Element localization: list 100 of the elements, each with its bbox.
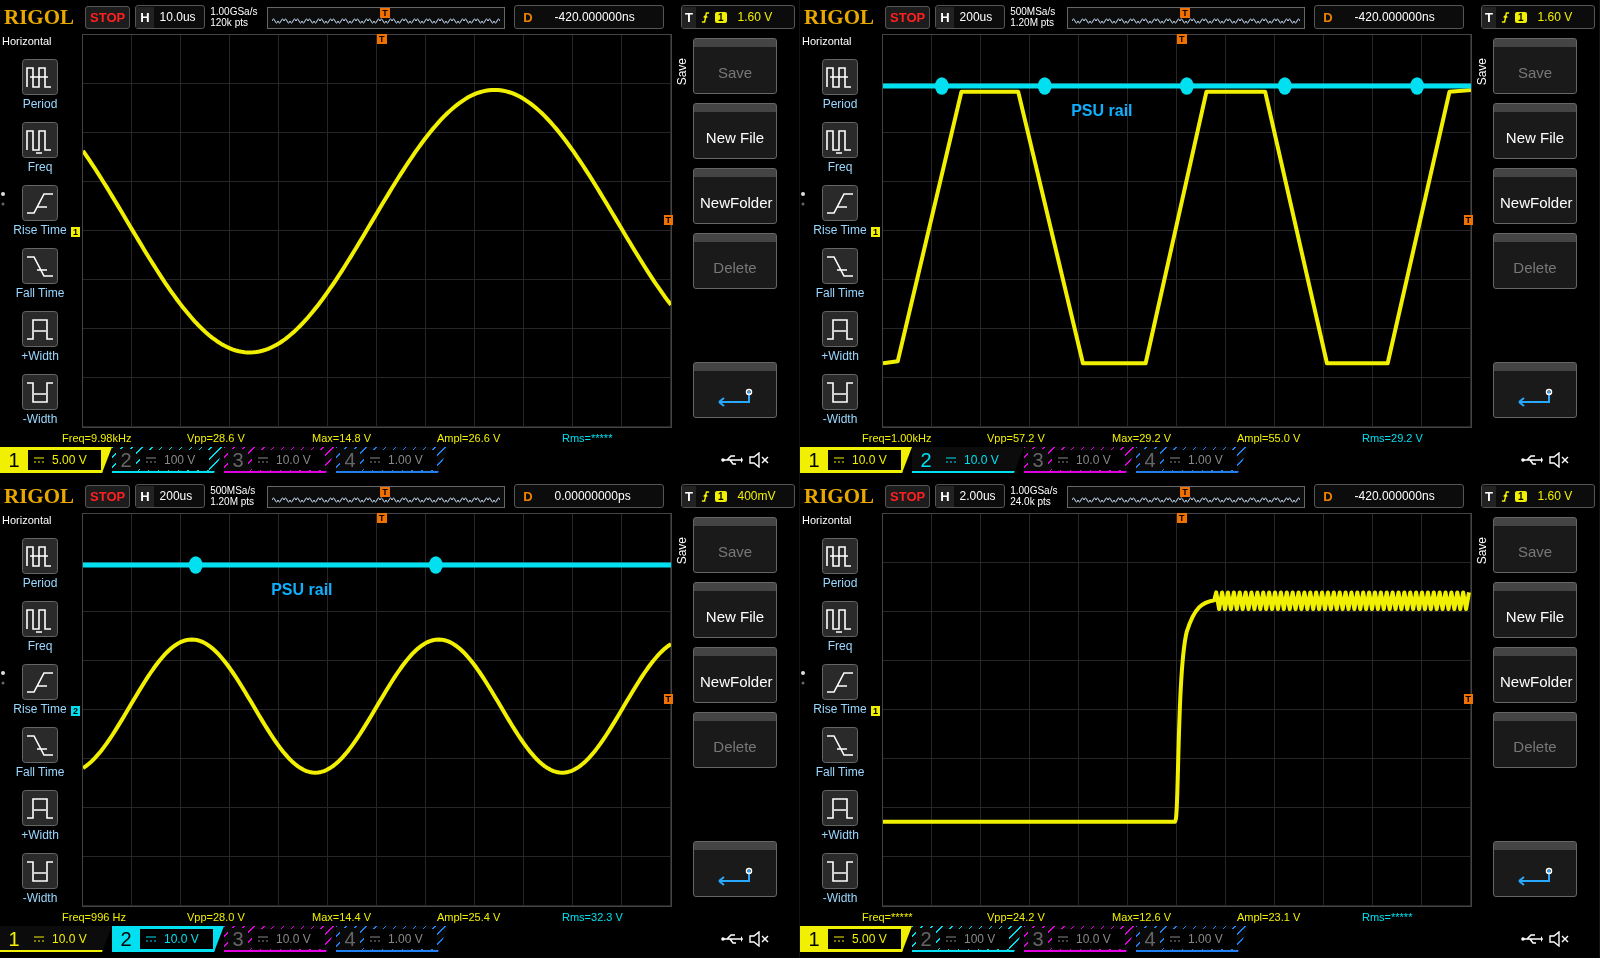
trigger-box[interactable]: T 1 1.60 V xyxy=(1481,484,1595,508)
run-status[interactable]: STOP xyxy=(885,484,931,508)
annotation-label: PSU rail xyxy=(271,580,333,599)
channel-tab[interactable]: 3 10.0 V xyxy=(1024,926,1136,952)
channel-tab[interactable]: 2 10.0 V xyxy=(112,926,224,952)
channel-tab[interactable]: 4 1.00 V xyxy=(1136,447,1248,473)
channel-tab[interactable]: 2 100 V xyxy=(912,926,1024,952)
measure-button[interactable]: Rise Time xyxy=(813,174,867,237)
dc-coupling-icon xyxy=(258,936,268,942)
channel-tab[interactable]: 4 1.00 V xyxy=(336,447,448,473)
pulse-icon xyxy=(22,59,58,95)
trigger-box[interactable]: T 1 1.60 V xyxy=(681,5,795,29)
return-button[interactable] xyxy=(693,841,777,897)
pulse-icon xyxy=(822,601,858,637)
timebase-box[interactable]: H 10.0us xyxy=(135,5,206,29)
menu-button[interactable]: NewFolder xyxy=(1493,647,1577,703)
measure-button[interactable]: +Width xyxy=(821,779,859,842)
channel-tab[interactable]: 2 100 V xyxy=(112,447,224,473)
channel-tab[interactable]: 1 10.0 V xyxy=(800,447,912,473)
measure-button[interactable]: Period xyxy=(22,48,58,111)
trigger-box[interactable]: T 1 400mV xyxy=(681,484,795,508)
timebase-box[interactable]: H 200us xyxy=(135,484,206,508)
menu-button[interactable]: NewFolder xyxy=(693,647,777,703)
page-dots-icon xyxy=(1,192,5,206)
channel-tab[interactable]: 3 10.0 V xyxy=(224,447,336,473)
delay-box[interactable]: D -420.000000ns xyxy=(1314,484,1465,508)
menu-button[interactable]: New File xyxy=(1493,582,1577,638)
timebase-box[interactable]: H 200us xyxy=(935,5,1006,29)
mute-icon xyxy=(1549,931,1569,947)
measure-button[interactable]: Freq xyxy=(822,111,858,174)
menu-button[interactable]: New File xyxy=(1493,103,1577,159)
measure-button[interactable]: Period xyxy=(822,527,858,590)
menu-title: Save xyxy=(1475,537,1489,565)
usb-icon xyxy=(721,933,743,945)
memory-depth: 1.20M pts xyxy=(210,496,256,507)
measure-button[interactable]: Rise Time xyxy=(13,174,67,237)
measure-button[interactable]: Period xyxy=(822,48,858,111)
measurement-reading: Freq=996 Hz xyxy=(62,910,127,923)
measure-button[interactable]: Freq xyxy=(22,111,58,174)
measure-button[interactable]: Rise Time xyxy=(13,653,67,716)
pulse-icon xyxy=(822,311,858,347)
dc-coupling-icon xyxy=(834,457,844,463)
menu-button[interactable]: New File xyxy=(693,103,777,159)
memory-depth: 1.20M pts xyxy=(1010,17,1056,28)
pulse-icon xyxy=(22,664,58,700)
pulse-icon xyxy=(22,122,58,158)
measurement-reading: Vpp=57.2 V xyxy=(987,431,1046,444)
measure-button[interactable]: -Width xyxy=(22,363,58,426)
run-status[interactable]: STOP xyxy=(885,5,931,29)
measure-button[interactable]: -Width xyxy=(822,363,858,426)
channel-tab[interactable]: 1 5.00 V xyxy=(0,447,112,473)
measure-button[interactable]: Fall Time xyxy=(815,716,865,779)
dc-coupling-icon xyxy=(34,936,44,942)
measure-button[interactable]: +Width xyxy=(21,300,59,363)
pulse-icon xyxy=(822,59,858,95)
sample-rate: 500MSa/s xyxy=(210,485,257,496)
delay-box[interactable]: D -420.000000ns xyxy=(514,5,665,29)
mute-icon xyxy=(749,931,769,947)
menu-button[interactable]: NewFolder xyxy=(1493,168,1577,224)
measurement-reading: Ampl=26.6 V xyxy=(437,431,502,444)
return-button[interactable] xyxy=(1493,841,1577,897)
measure-button[interactable]: Period xyxy=(22,527,58,590)
return-button[interactable] xyxy=(1493,362,1577,418)
pulse-icon xyxy=(822,248,858,284)
measure-button[interactable]: Fall Time xyxy=(15,237,65,300)
trigger-marker: T xyxy=(1177,513,1187,523)
measure-button[interactable]: Rise Time xyxy=(813,653,867,716)
sample-rate: 500MSa/s xyxy=(1010,6,1057,17)
trigger-level-marker: T xyxy=(1463,694,1473,705)
measure-button[interactable]: +Width xyxy=(821,300,859,363)
measure-button[interactable]: -Width xyxy=(822,842,858,905)
measure-button[interactable]: +Width xyxy=(21,779,59,842)
measure-button[interactable]: Fall Time xyxy=(15,716,65,779)
channel-tab[interactable]: 1 5.00 V xyxy=(800,926,912,952)
sample-rate: 1.00GSa/s xyxy=(1010,485,1059,496)
run-status[interactable]: STOP xyxy=(85,484,131,508)
trigger-marker: T xyxy=(1180,8,1190,18)
trigger-box[interactable]: T 1 1.60 V xyxy=(1481,5,1595,29)
return-button[interactable] xyxy=(693,362,777,418)
menu-button[interactable]: NewFolder xyxy=(693,168,777,224)
channel-tab[interactable]: 2 10.0 V xyxy=(912,447,1024,473)
channel-tab[interactable]: 4 1.00 V xyxy=(336,926,448,952)
pulse-icon xyxy=(822,664,858,700)
channel-tab[interactable]: 1 10.0 V xyxy=(0,926,112,952)
channel-tab[interactable]: 3 10.0 V xyxy=(1024,447,1136,473)
channel-tab[interactable]: 4 1.00 V xyxy=(1136,926,1248,952)
pulse-icon xyxy=(822,727,858,763)
measure-button[interactable]: -Width xyxy=(22,842,58,905)
measure-button[interactable]: Fall Time xyxy=(815,237,865,300)
run-status[interactable]: STOP xyxy=(85,5,131,29)
dc-coupling-icon xyxy=(258,457,268,463)
delay-box[interactable]: D -420.000000ns xyxy=(1314,5,1465,29)
measurement-reading: Max=29.2 V xyxy=(1112,431,1172,444)
measure-button[interactable]: Freq xyxy=(822,590,858,653)
menu-button[interactable]: New File xyxy=(693,582,777,638)
measure-button[interactable]: Freq xyxy=(22,590,58,653)
timebase-box[interactable]: H 2.00us xyxy=(935,484,1006,508)
channel-tab[interactable]: 3 10.0 V xyxy=(224,926,336,952)
channel-marker: 1 xyxy=(871,227,880,238)
delay-box[interactable]: D 0.00000000ps xyxy=(514,484,665,508)
